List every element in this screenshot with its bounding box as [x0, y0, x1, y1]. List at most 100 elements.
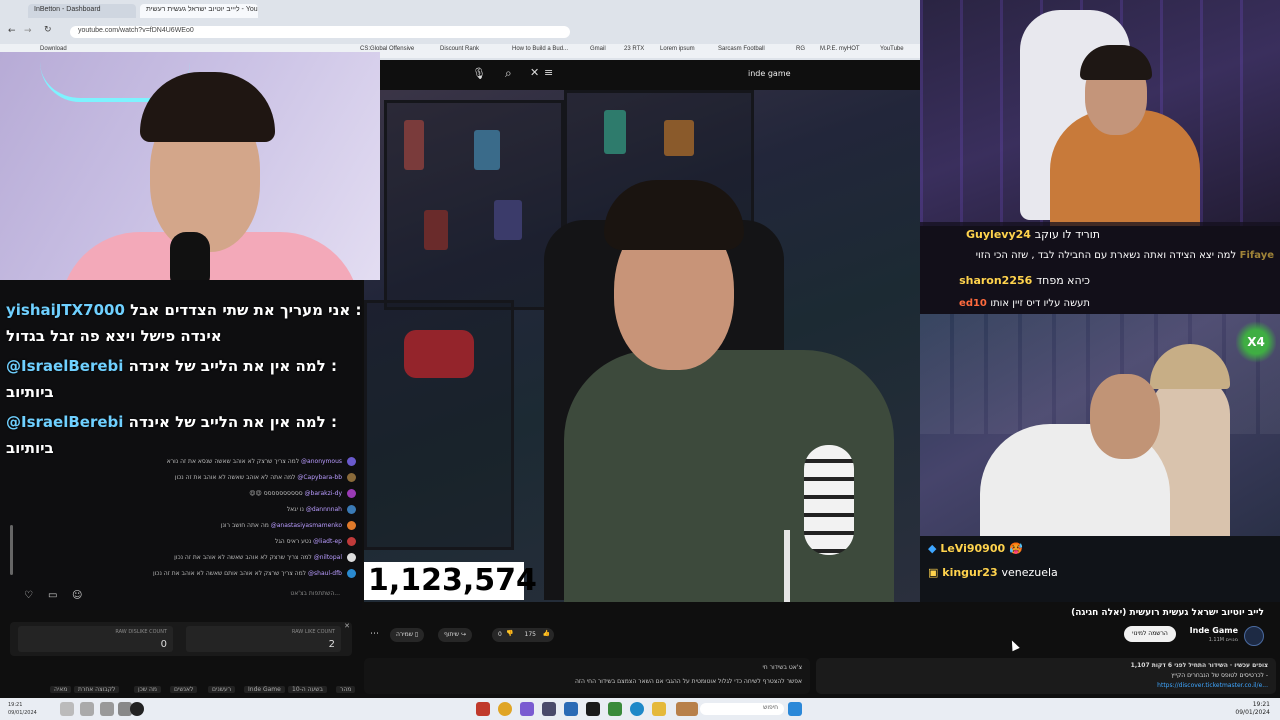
widgets-icon[interactable]: [60, 702, 74, 716]
bookmark-item[interactable]: Sarcasm Football: [718, 46, 765, 52]
bookmark-item[interactable]: How to Build a Bud...: [512, 46, 568, 52]
money-icon[interactable]: ▭: [48, 590, 57, 601]
bookmark-item[interactable]: 23 RTX: [624, 46, 644, 52]
more-options-icon[interactable]: ⋯: [370, 629, 379, 639]
back-icon[interactable]: ←: [8, 26, 16, 36]
bookmark-item[interactable]: RG: [796, 46, 805, 52]
app-icon[interactable]: [476, 702, 490, 716]
chat-username[interactable]: @IsraelBerebi: [6, 357, 123, 375]
chat-username[interactable]: yishaiJTX7000: [6, 301, 125, 319]
subscribe-button[interactable]: הרשמה למינוי: [1124, 626, 1176, 642]
like-count[interactable]: 175: [525, 631, 536, 638]
address-bar[interactable]: youtube.com/watch?v=fDN4U6WEo0: [70, 26, 570, 38]
bookmark-item[interactable]: Gmail: [590, 46, 606, 52]
app-icon[interactable]: [586, 702, 600, 716]
shortcut-chip[interactable]: רעשנים: [208, 686, 236, 693]
webcam-right-bottom: [920, 314, 1280, 536]
app-icon[interactable]: [564, 702, 578, 716]
search-icon[interactable]: ⌕: [505, 66, 512, 81]
avatar: [347, 569, 356, 578]
chat-username[interactable]: @niltopal: [314, 554, 342, 561]
chat-username[interactable]: @Capybara-bb: [297, 474, 342, 481]
bookmark-item[interactable]: YouTube: [880, 46, 904, 52]
app-icon[interactable]: [608, 702, 622, 716]
app-icon[interactable]: [80, 702, 94, 716]
dislike-icon[interactable]: 👎: [506, 630, 513, 637]
chat-input[interactable]: השתתפות בצ'אט...: [100, 590, 340, 604]
chat-text: אני מעריך את שתי הצדדים אבל :: [130, 301, 362, 319]
browser-tab-active[interactable]: ליייב יוטיוב ישראל געשית רעשית - YouTube: [140, 4, 258, 18]
emoji-icon[interactable]: ☺: [72, 590, 82, 601]
chat-username[interactable]: kingur23: [942, 566, 997, 579]
chat-text: 😍😍 סססססססססס: [249, 490, 303, 497]
description-link[interactable]: https://discover.ticketmaster.co.il/e...: [1157, 682, 1268, 689]
chat-username[interactable]: sharon2256: [959, 274, 1032, 287]
menu-icon[interactable]: ≡: [544, 66, 553, 79]
shortcut-chip[interactable]: בשעה ה-10: [288, 686, 328, 693]
taskbar-clock[interactable]: 19:21 09/01/2024: [1235, 701, 1270, 717]
search-input[interactable]: inde game: [748, 69, 791, 78]
chat-message: למה צריך שרצק לא אוהב שאשה שנסא את זה נו…: [167, 458, 342, 465]
microphone: [170, 232, 210, 280]
windows-start-icon[interactable]: [788, 702, 802, 716]
bookmark-item[interactable]: Lorem ipsum: [660, 46, 695, 52]
app-icon[interactable]: [520, 702, 534, 716]
forward-icon[interactable]: →: [24, 26, 32, 36]
bookmark-item[interactable]: Discount Rank: [440, 46, 479, 52]
app-icon[interactable]: [676, 702, 698, 716]
chrome-icon[interactable]: [498, 702, 512, 716]
chat-username[interactable]: LeVi90900: [940, 542, 1005, 555]
chat-text: venezuela: [1001, 566, 1058, 579]
chat-username[interactable]: Fifaye: [1240, 250, 1274, 261]
chat-username[interactable]: ed10: [959, 298, 987, 309]
heart-icon[interactable]: ♡: [24, 590, 33, 601]
edge-icon[interactable]: [630, 702, 644, 716]
clear-search-icon[interactable]: ✕: [530, 66, 539, 79]
shortcut-chip[interactable]: Inde Game: [244, 686, 285, 693]
chat-text: אינדה פישל ויצא פה זבל בגדול: [6, 327, 222, 345]
share-button[interactable]: שיתוף ↪: [438, 628, 472, 642]
file-explorer-icon[interactable]: [652, 702, 666, 716]
reload-icon[interactable]: ↻: [44, 25, 52, 35]
chat-username[interactable]: @anonymous: [301, 458, 342, 465]
shortcut-chip[interactable]: לקבוצה אחרת: [74, 686, 120, 693]
app-icon[interactable]: [100, 702, 114, 716]
chat-message: נטע ראיס הגל @liadt-ep: [275, 538, 342, 545]
youtube-logo-prop: [404, 330, 474, 378]
app-icon[interactable]: [542, 702, 556, 716]
bookmark-item[interactable]: M.P.E. myHOT: [820, 46, 860, 52]
like-icon[interactable]: 👍: [543, 630, 550, 637]
chat-username[interactable]: @dannnnah: [306, 506, 342, 513]
shortcut-chip[interactable]: מהר: [336, 686, 356, 693]
chat-username[interactable]: @shaul-dfb: [308, 570, 342, 577]
shortcut-chip[interactable]: מאיה: [50, 686, 72, 693]
video-player[interactable]: [364, 90, 920, 602]
save-button[interactable]: שמירה ▯: [390, 628, 425, 642]
mic-icon[interactable]: 🎙: [472, 67, 486, 80]
chat-username[interactable]: @liadt-ep: [313, 538, 342, 545]
record-icon[interactable]: [130, 702, 144, 716]
figure-decor: [404, 120, 424, 170]
description-box[interactable]: 1,107 צופים עכשיו · השידור התחיל לפני 6 …: [816, 658, 1276, 694]
channel-avatar[interactable]: [1244, 626, 1264, 646]
video-info: לייב יוטיוב ישראל געשית רועשית (יאלה חגי…: [364, 602, 1280, 698]
chat-username[interactable]: @anastasiyasmamenko: [271, 522, 342, 529]
close-icon[interactable]: ✕: [344, 622, 350, 630]
chat-scrollbar[interactable]: [10, 525, 13, 575]
chat-text: ביותיוב: [6, 439, 54, 457]
badge-icon: ◆: [928, 542, 937, 555]
chat-username[interactable]: @barakzi-dy: [305, 490, 342, 497]
chat-username[interactable]: @IsraelBerebi: [6, 413, 123, 431]
chat-username[interactable]: Guylevy24: [966, 228, 1031, 241]
dislike-count[interactable]: 0: [498, 631, 502, 638]
shortcut-chip[interactable]: מה שכן: [134, 686, 161, 693]
channel-name[interactable]: Inde Game: [1190, 626, 1238, 635]
browser-tab[interactable]: InBetton - Dashboard: [28, 4, 136, 18]
webcam-right-top: [920, 0, 1280, 226]
shortcut-chip[interactable]: לאנשים: [170, 686, 198, 693]
chat-text: למה אין את הלייב של אינדה :: [128, 413, 337, 431]
save-label: שמירה: [396, 631, 413, 638]
taskbar-search[interactable]: חיפוש: [700, 703, 784, 715]
chat-text: תעשה עליו דיס זיין אותו: [990, 298, 1090, 309]
avatar: [347, 473, 356, 482]
